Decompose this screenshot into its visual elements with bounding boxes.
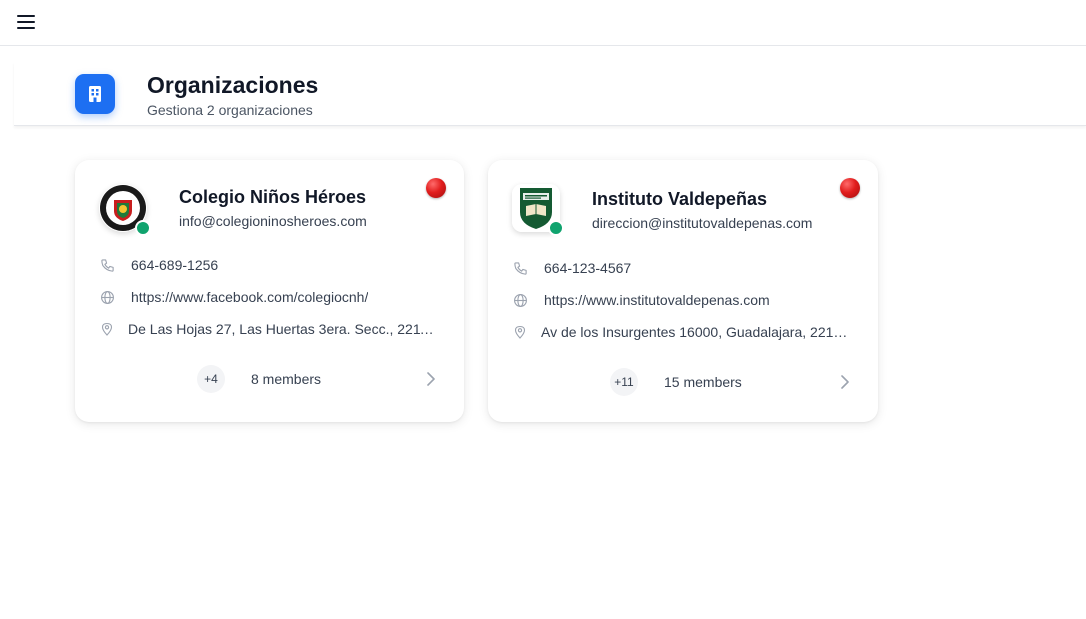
website-link[interactable]: https://www.facebook.com/colegiocnh/ xyxy=(131,289,368,305)
organization-logo xyxy=(99,184,151,236)
page-title: Organizaciones xyxy=(147,72,319,98)
phone-text: 664-689-1256 xyxy=(131,257,219,273)
organization-email: info@colegioninosheroes.com xyxy=(179,213,367,229)
chevron-right-icon[interactable] xyxy=(424,370,438,388)
chevron-right-icon[interactable] xyxy=(838,373,852,391)
organization-card[interactable]: Instituto Valdepeñas direccion@instituto… xyxy=(488,160,878,422)
organization-card[interactable]: Colegio Niños Héroes info@colegioninoshe… xyxy=(75,160,464,422)
website-row[interactable]: https://www.facebook.com/colegiocnh/ xyxy=(99,287,444,307)
online-indicator xyxy=(135,220,151,236)
organization-name: Instituto Valdepeñas xyxy=(592,189,768,209)
phone-row: 664-123-4567 xyxy=(512,258,857,278)
extra-members-badge: +4 xyxy=(197,365,225,393)
members-summary: +11 15 members xyxy=(610,368,742,396)
phone-row: 664-689-1256 xyxy=(99,255,444,275)
organization-email: direccion@institutovaldepenas.com xyxy=(592,215,813,231)
status-indicator xyxy=(426,178,446,198)
organization-logo xyxy=(512,184,564,236)
phone-text: 664-123-4567 xyxy=(544,260,632,276)
phone-icon xyxy=(512,260,528,276)
status-indicator xyxy=(840,178,860,198)
page-subtitle: Gestiona 2 organizaciones xyxy=(147,102,313,118)
building-icon xyxy=(75,74,115,114)
address-row: De Las Hojas 27, Las Huertas 3era. Secc.… xyxy=(99,319,444,339)
address-text: Av de los Insurgentes 16000, Guadalajara… xyxy=(541,324,850,340)
location-pin-icon xyxy=(512,324,528,340)
location-pin-icon xyxy=(99,321,115,337)
members-count: 8 members xyxy=(251,371,322,387)
website-link[interactable]: https://www.institutovaldepenas.com xyxy=(544,292,770,308)
globe-icon xyxy=(99,289,115,305)
menu-icon[interactable] xyxy=(14,12,38,32)
address-text: De Las Hojas 27, Las Huertas 3era. Secc.… xyxy=(128,321,435,337)
website-row[interactable]: https://www.institutovaldepenas.com xyxy=(512,290,857,310)
top-bar xyxy=(0,0,1086,46)
organization-name: Colegio Niños Héroes xyxy=(179,187,367,207)
address-row: Av de los Insurgentes 16000, Guadalajara… xyxy=(512,322,857,342)
members-summary: +4 8 members xyxy=(197,365,321,393)
globe-icon xyxy=(512,292,528,308)
page-header: Organizaciones Gestiona 2 organizaciones xyxy=(14,62,1086,126)
members-count: 15 members xyxy=(664,374,742,390)
extra-members-badge: +11 xyxy=(610,368,638,396)
phone-icon xyxy=(99,257,115,273)
online-indicator xyxy=(548,220,564,236)
